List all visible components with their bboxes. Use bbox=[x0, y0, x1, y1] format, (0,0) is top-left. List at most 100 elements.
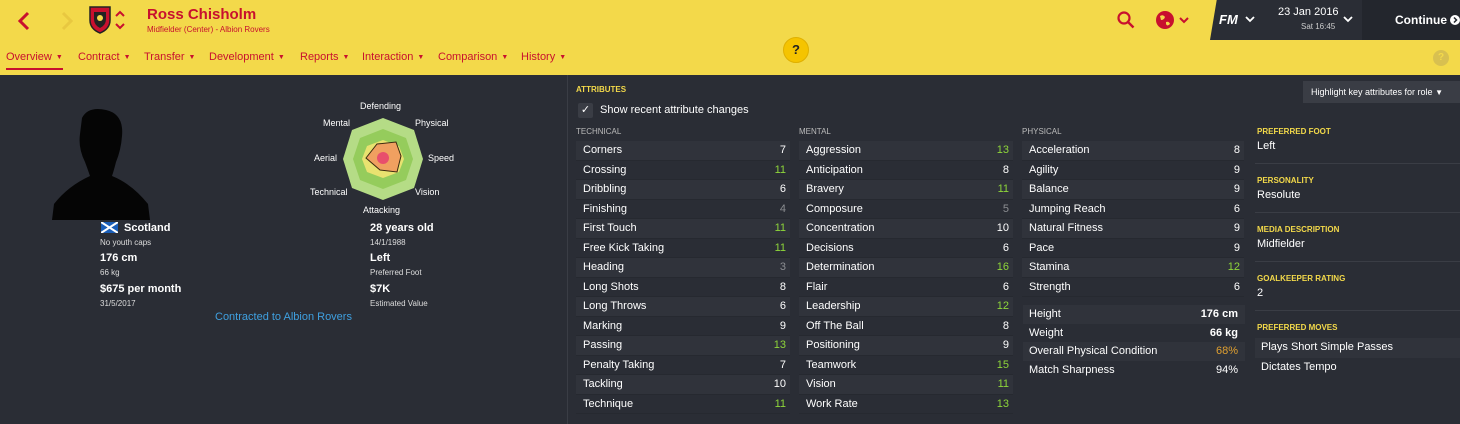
attribute-value: 11 bbox=[997, 183, 1009, 196]
attribute-value: 11 bbox=[774, 397, 786, 410]
divider bbox=[1255, 310, 1460, 311]
radar-label-mental: Mental bbox=[323, 118, 351, 128]
search-icon[interactable] bbox=[1117, 11, 1135, 29]
attribute-name: Agility bbox=[1029, 163, 1059, 176]
help-button[interactable]: ? bbox=[783, 37, 809, 63]
attribute-row-long-throws[interactable]: Long Throws 6 bbox=[576, 297, 790, 317]
preferred-move-item[interactable]: Dictates Tempo bbox=[1255, 358, 1460, 378]
attribute-value: 6 bbox=[1002, 280, 1009, 293]
attribute-row-crossing[interactable]: Crossing 11 bbox=[576, 160, 790, 180]
tab-history[interactable]: History ▼ bbox=[521, 51, 566, 68]
attribute-name: Bravery bbox=[806, 183, 844, 196]
attribute-value: 6 bbox=[1233, 280, 1240, 293]
club-switch-arrows-icon[interactable] bbox=[114, 8, 126, 32]
attribute-value: 13 bbox=[996, 144, 1009, 157]
attribute-row-work-rate[interactable]: Work Rate 13 bbox=[799, 394, 1013, 414]
attribute-row-off-the-ball[interactable]: Off The Ball 8 bbox=[799, 316, 1013, 336]
attribute-row-positioning[interactable]: Positioning 9 bbox=[799, 336, 1013, 356]
attribute-row-bravery[interactable]: Bravery 11 bbox=[799, 180, 1013, 200]
physical-row-label: Weight bbox=[1029, 326, 1064, 339]
club-crest-icon[interactable] bbox=[89, 6, 111, 34]
estimated-value-label: Estimated Value bbox=[370, 299, 428, 308]
physical-row-weight: Weight 66 kg bbox=[1023, 324, 1245, 343]
tab-interaction[interactable]: Interaction ▼ bbox=[362, 51, 424, 68]
attribute-row-teamwork[interactable]: Teamwork 15 bbox=[799, 355, 1013, 375]
attribute-row-penalty-taking[interactable]: Penalty Taking 7 bbox=[576, 355, 790, 375]
attribute-row-vision[interactable]: Vision 11 bbox=[799, 375, 1013, 395]
radar-label-physical: Physical bbox=[415, 118, 449, 128]
preferred-move-item[interactable]: Plays Short Simple Passes bbox=[1255, 338, 1460, 358]
page-help-button[interactable]: ? bbox=[1433, 50, 1449, 66]
continue-label: Continue bbox=[1395, 13, 1447, 27]
forward-arrow-icon[interactable] bbox=[55, 10, 77, 32]
attribute-row-first-touch[interactable]: First Touch 11 bbox=[576, 219, 790, 239]
attribute-row-balance[interactable]: Balance 9 bbox=[1022, 180, 1244, 200]
highlight-role-button[interactable]: Highlight key attributes for role ▼ bbox=[1303, 81, 1460, 103]
attribute-row-decisions[interactable]: Decisions 6 bbox=[799, 238, 1013, 258]
tab-reports[interactable]: Reports ▼ bbox=[300, 51, 349, 68]
attribute-value: 12 bbox=[996, 300, 1009, 313]
attribute-row-concentration[interactable]: Concentration 10 bbox=[799, 219, 1013, 239]
tab-transfer[interactable]: Transfer ▼ bbox=[144, 51, 195, 68]
radar-label-speed: Speed bbox=[428, 153, 455, 163]
attribute-row-leadership[interactable]: Leadership 12 bbox=[799, 297, 1013, 317]
physical-header: PHYSICAL bbox=[1022, 127, 1062, 136]
attribute-value: 8 bbox=[1002, 163, 1009, 176]
attribute-row-long-shots[interactable]: Long Shots 8 bbox=[576, 277, 790, 297]
attribute-row-aggression[interactable]: Aggression 13 bbox=[799, 141, 1013, 161]
attribute-value: 11 bbox=[774, 241, 786, 254]
attribute-row-finishing[interactable]: Finishing 4 bbox=[576, 199, 790, 219]
attribute-row-flair[interactable]: Flair 6 bbox=[799, 277, 1013, 297]
attribute-row-strength[interactable]: Strength 6 bbox=[1022, 277, 1244, 297]
attribute-row-technique[interactable]: Technique 11 bbox=[576, 394, 790, 414]
attribute-row-tackling[interactable]: Tackling 10 bbox=[576, 375, 790, 395]
attribute-row-acceleration[interactable]: Acceleration 8 bbox=[1022, 141, 1244, 161]
attribute-row-determination[interactable]: Determination 16 bbox=[799, 258, 1013, 278]
attribute-row-heading[interactable]: Heading 3 bbox=[576, 258, 790, 278]
attribute-row-dribbling[interactable]: Dribbling 6 bbox=[576, 180, 790, 200]
fm-label: FM bbox=[1219, 12, 1238, 27]
show-changes-label[interactable]: Show recent attribute changes bbox=[600, 104, 749, 116]
attribute-row-pace[interactable]: Pace 9 bbox=[1022, 238, 1244, 258]
contract-club-link[interactable]: Contracted to Albion Rovers bbox=[215, 311, 352, 323]
nationality[interactable]: Scotland bbox=[124, 222, 170, 234]
physical-row-value: 176 cm bbox=[1200, 308, 1238, 321]
show-changes-checkbox[interactable]: ✓ bbox=[578, 103, 593, 118]
attribute-name: Dribbling bbox=[583, 183, 627, 196]
attribute-row-corners[interactable]: Corners 7 bbox=[576, 141, 790, 161]
attribute-row-natural-fitness[interactable]: Natural Fitness 9 bbox=[1022, 219, 1244, 239]
continue-arrow-icon bbox=[1450, 15, 1460, 25]
attribute-row-free-kick-taking[interactable]: Free Kick Taking 11 bbox=[576, 238, 790, 258]
attribute-row-jumping-reach[interactable]: Jumping Reach 6 bbox=[1022, 199, 1244, 219]
attribute-value: 9 bbox=[1233, 241, 1240, 254]
player-silhouette bbox=[52, 109, 150, 220]
attribute-name: Anticipation bbox=[806, 163, 863, 176]
tab-contract[interactable]: Contract ▼ bbox=[78, 51, 131, 68]
attribute-row-anticipation[interactable]: Anticipation 8 bbox=[799, 160, 1013, 180]
attribute-value: 11 bbox=[997, 378, 1009, 391]
divider bbox=[1255, 261, 1460, 262]
current-date: 23 Jan 2016 bbox=[1278, 6, 1339, 18]
tab-comparison[interactable]: Comparison ▼ bbox=[438, 51, 508, 68]
attribute-value: 9 bbox=[779, 319, 786, 332]
chevron-down-icon bbox=[1343, 16, 1353, 23]
attribute-value: 6 bbox=[779, 183, 786, 196]
attribute-name: Concentration bbox=[806, 222, 875, 235]
attribute-name: Aggression bbox=[806, 144, 862, 157]
back-arrow-icon[interactable] bbox=[14, 10, 36, 32]
attribute-row-passing[interactable]: Passing 13 bbox=[576, 336, 790, 356]
attribute-name: Stamina bbox=[1029, 261, 1070, 274]
attribute-value: 13 bbox=[996, 397, 1009, 410]
attribute-row-stamina[interactable]: Stamina 12 bbox=[1022, 258, 1244, 278]
tab-development[interactable]: Development ▼ bbox=[209, 51, 285, 68]
scotland-flag-icon bbox=[101, 222, 118, 233]
attribute-value: 6 bbox=[1002, 241, 1009, 254]
attribute-row-agility[interactable]: Agility 9 bbox=[1022, 160, 1244, 180]
preferred-foot-info: Left bbox=[1257, 140, 1276, 152]
attribute-row-marking[interactable]: Marking 9 bbox=[576, 316, 790, 336]
attribute-row-composure[interactable]: Composure 5 bbox=[799, 199, 1013, 219]
attribute-name: Work Rate bbox=[806, 397, 858, 410]
physical-row-value: 94% bbox=[1215, 363, 1238, 376]
world-globe-icon[interactable] bbox=[1155, 10, 1189, 30]
tab-overview[interactable]: Overview ▼ bbox=[6, 51, 63, 70]
